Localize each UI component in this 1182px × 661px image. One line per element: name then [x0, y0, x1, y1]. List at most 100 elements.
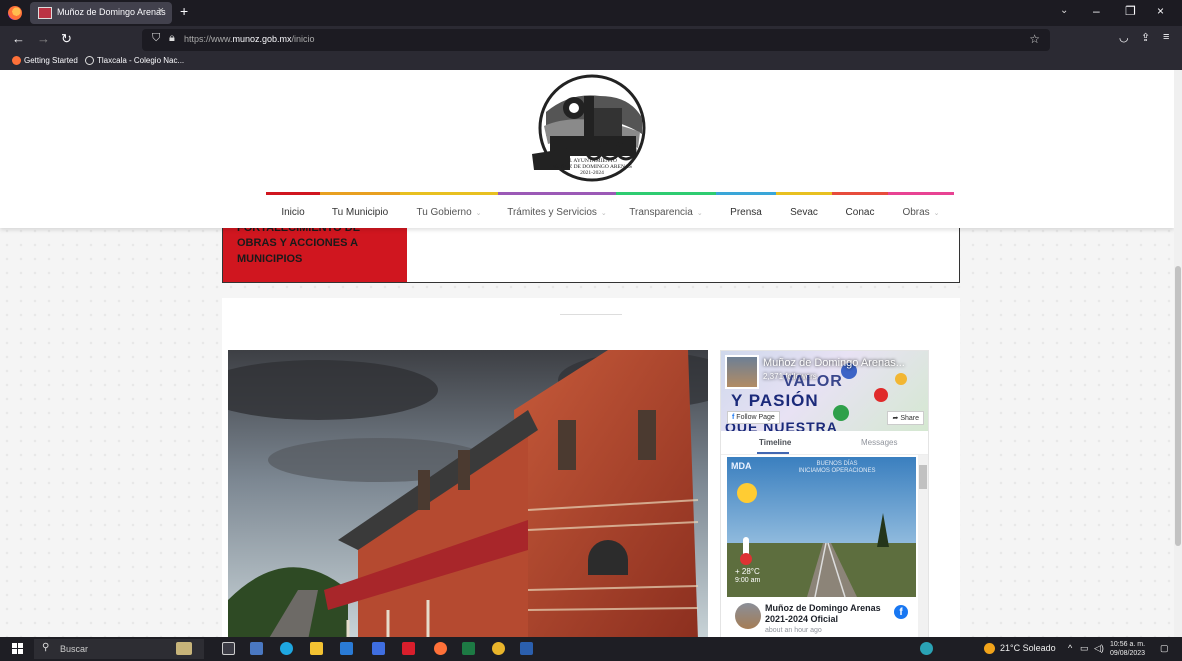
- site-logo[interactable]: H. AYUNTAMIENTO MUÑOZ DE DOMINGO ARENAS …: [530, 74, 654, 184]
- url-bar[interactable]: ⛉ 🔒︎ https://www.munoz.gob.mx/inicio ☆: [142, 29, 1050, 51]
- menu-item-transparencia[interactable]: Transparencia ⌄: [616, 192, 716, 228]
- post-timestamp[interactable]: about an hour ago: [765, 627, 822, 634]
- menu-item-prensa[interactable]: Prensa: [716, 192, 776, 228]
- facebook-page-widget[interactable]: Muñoz de Domingo Arenas... 2,371 followe…: [720, 350, 929, 637]
- help-icon[interactable]: [920, 642, 933, 655]
- lock-icon[interactable]: 🔒︎: [169, 32, 175, 45]
- tab-close-icon[interactable]: ×: [158, 5, 164, 17]
- file-explorer-icon[interactable]: [310, 642, 323, 655]
- clock-date: 09/08/2023: [1110, 650, 1146, 657]
- bookmark-tlaxcala[interactable]: Tlaxcala - Colegio Nac...: [85, 56, 184, 66]
- chevron-down-icon: ⌄: [600, 210, 607, 217]
- menu-item-tu-gobierno[interactable]: Tu Gobierno ⌄: [400, 192, 498, 228]
- search-icon: ⚲: [42, 642, 50, 653]
- shield-icon[interactable]: ⛉: [152, 32, 160, 45]
- close-window-icon[interactable]: ×: [1157, 4, 1164, 18]
- menu-item-conac[interactable]: Conac: [832, 192, 888, 228]
- excel-icon[interactable]: [462, 642, 475, 655]
- facebook-logo-icon[interactable]: f: [894, 605, 908, 619]
- netflix-icon[interactable]: [402, 642, 415, 655]
- extensions-icon[interactable]: ⇪: [1141, 31, 1150, 44]
- tab-timeline[interactable]: Timeline: [759, 438, 791, 447]
- reload-icon[interactable]: ↻: [61, 31, 72, 47]
- page-scrollbar[interactable]: [1174, 70, 1182, 637]
- store-icon[interactable]: [372, 642, 385, 655]
- page-viewport: H. AYUNTAMIENTO MUÑOZ DE DOMINGO ARENAS …: [0, 70, 1174, 637]
- post-header-1: BUENOS DÍAS: [816, 461, 858, 467]
- facebook-scroll-thumb[interactable]: [919, 465, 927, 489]
- minimize-icon[interactable]: –: [1093, 4, 1100, 18]
- menu-item-sevac[interactable]: Sevac: [776, 192, 832, 228]
- page-scroll-thumb[interactable]: [1175, 266, 1181, 546]
- word-icon[interactable]: [520, 642, 533, 655]
- site-header: H. AYUNTAMIENTO MUÑOZ DE DOMINGO ARENAS …: [0, 70, 1174, 228]
- bookmark-getting-started[interactable]: Getting Started: [12, 56, 78, 66]
- facebook-avatar[interactable]: [725, 355, 759, 389]
- taskbar-clock[interactable]: 10:56 a. m. 09/08/2023: [1110, 640, 1145, 658]
- menu-item-tramites[interactable]: Trámites y Servicios ⌄: [498, 192, 616, 228]
- author-avatar[interactable]: [735, 603, 761, 629]
- cover-text-valor: VALOR: [783, 373, 843, 390]
- firefox-bookmark-icon: [12, 56, 21, 66]
- new-tab-button[interactable]: +: [180, 3, 188, 19]
- program-banner[interactable]: FORTALECIMIENTO DE OBRAS Y ACCIONES A MU…: [222, 222, 960, 283]
- firefox-logo-icon: [8, 6, 22, 20]
- active-tab-indicator: [757, 452, 789, 454]
- tab-favicon-icon: [38, 7, 52, 19]
- pocket-icon[interactable]: ◡: [1119, 31, 1129, 44]
- volume-icon[interactable]: ◁): [1094, 643, 1104, 654]
- globe-icon: [85, 56, 94, 66]
- mail-icon[interactable]: [340, 642, 353, 655]
- notifications-icon[interactable]: ▢: [1160, 643, 1169, 654]
- browser-tab[interactable]: Muñoz de Domingo Arenas ×: [30, 2, 172, 24]
- tab-list-chevron-icon[interactable]: ⌄: [1060, 5, 1068, 16]
- facebook-f-icon: f: [732, 414, 735, 421]
- network-icon[interactable]: ▭: [1080, 643, 1089, 654]
- post-temperature: + 28°C: [735, 567, 760, 576]
- chevron-down-icon: ⌄: [475, 210, 482, 217]
- search-highlight-icon: [176, 642, 192, 655]
- url-text[interactable]: https://www.munoz.gob.mx/inicio: [184, 34, 315, 44]
- clock-time: 10:56 a. m.: [1110, 641, 1146, 648]
- banner-red-block: FORTALECIMIENTO DE OBRAS Y ACCIONES A MU…: [223, 222, 407, 282]
- section-divider: [560, 314, 622, 315]
- cover-text-pasion: Y PASIÓN: [731, 391, 819, 410]
- facebook-scrollbar[interactable]: [918, 455, 928, 637]
- logo-line-3: 2021-2024: [580, 170, 604, 176]
- post-brand: MDA: [731, 461, 752, 471]
- edge-icon[interactable]: [280, 642, 293, 655]
- menu-hamburger-icon[interactable]: ≡: [1163, 31, 1169, 43]
- tab-title: Muñoz de Domingo Arenas: [57, 7, 166, 17]
- tab-messages[interactable]: Messages: [861, 438, 897, 447]
- facebook-page-name[interactable]: Muñoz de Domingo Arenas...: [763, 357, 905, 369]
- weather-post-image: [727, 457, 916, 597]
- back-arrow-icon[interactable]: ←: [12, 31, 25, 46]
- maximize-icon[interactable]: ❐: [1125, 4, 1136, 18]
- bookmark-star-icon[interactable]: ☆: [1029, 32, 1040, 46]
- banner-line-1: OBRAS Y ACCIONES A: [237, 237, 359, 249]
- train-station-photo[interactable]: [228, 350, 708, 637]
- forward-arrow-icon[interactable]: →: [37, 31, 50, 46]
- author-name[interactable]: Muñoz de Domingo Arenas 2021-2024 Oficia…: [765, 603, 885, 625]
- firefox-taskbar-icon[interactable]: [434, 642, 447, 655]
- share-arrow-icon: ➦: [892, 415, 899, 422]
- share-button[interactable]: ➦ Share: [887, 411, 924, 425]
- menu-item-inicio[interactable]: Inicio: [266, 192, 320, 228]
- weather-sun-icon[interactable]: [984, 643, 995, 654]
- facebook-post-image[interactable]: MDA BUENOS DÍAS INICIAMOS OPERACIONES + …: [727, 457, 916, 597]
- tray-chevron-icon[interactable]: ^: [1068, 643, 1072, 653]
- weather-text[interactable]: 21°C Soleado: [1000, 643, 1056, 653]
- menu-item-obras[interactable]: Obras ⌄: [888, 192, 954, 228]
- facebook-cover[interactable]: Muñoz de Domingo Arenas... 2,371 followe…: [721, 351, 928, 431]
- widgets-icon[interactable]: [250, 642, 263, 655]
- post-author[interactable]: Muñoz de Domingo Arenas 2021-2024 Oficia…: [727, 601, 916, 637]
- banner-line-2: MUNICIPIOS: [237, 253, 303, 265]
- task-view-icon[interactable]: [222, 642, 235, 655]
- chrome-icon[interactable]: [492, 642, 505, 655]
- windows-taskbar: ⚲ Buscar 21°C Soleado ^ ▭ ◁) 10:56 a. m.…: [0, 637, 1182, 661]
- post-time: 9:00 am: [735, 577, 761, 584]
- menu-item-tu-municipio[interactable]: Tu Municipio: [320, 192, 400, 228]
- main-content: Muñoz de Domingo Arenas... 2,371 followe…: [222, 298, 960, 637]
- windows-start-icon[interactable]: [12, 643, 24, 655]
- follow-page-button[interactable]: f Follow Page: [727, 411, 780, 424]
